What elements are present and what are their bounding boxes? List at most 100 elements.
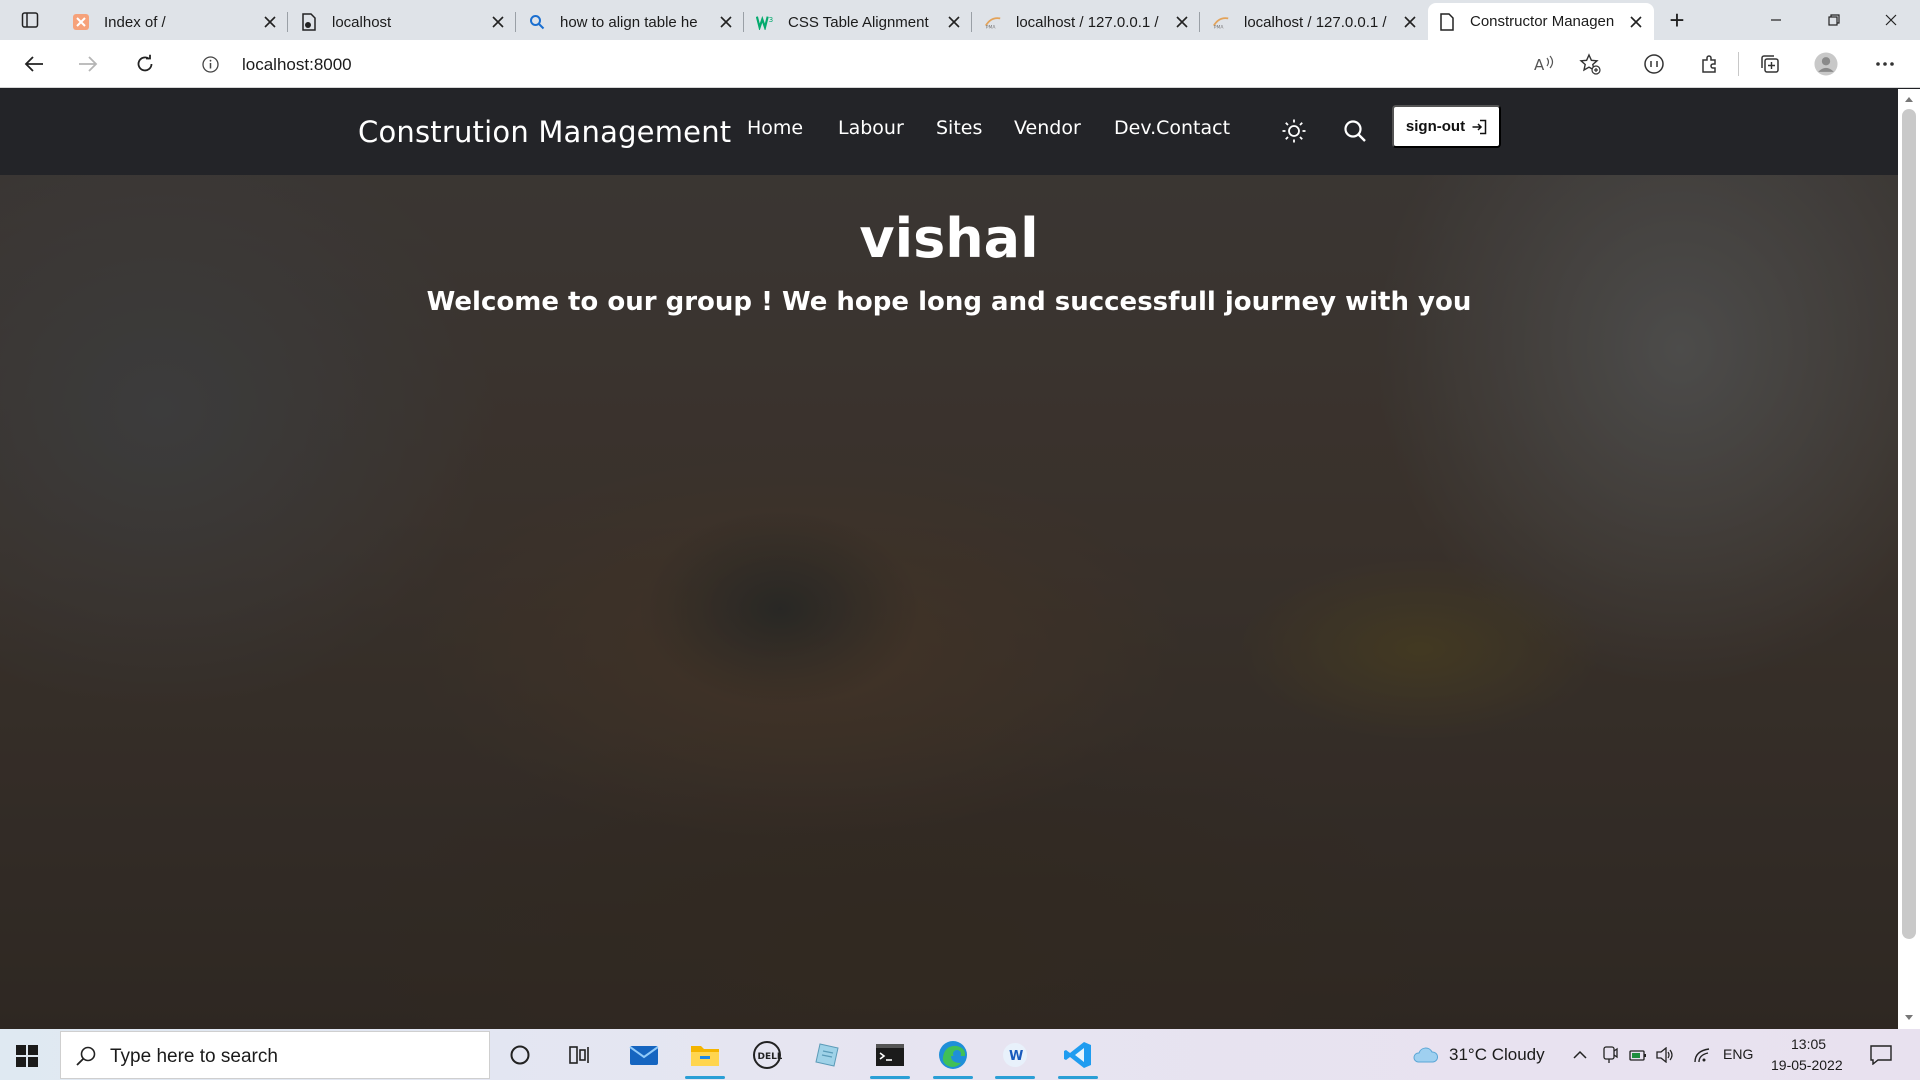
web-page: Constrution Management Home Labour Sites… (0, 89, 1898, 1029)
address-url[interactable]: localhost:8000 (242, 55, 352, 75)
refresh-icon (137, 54, 153, 72)
add-favorite-button[interactable] (1578, 52, 1602, 76)
avatar (1814, 52, 1838, 76)
file-explorer-icon[interactable] (681, 1035, 729, 1079)
close-tab-icon[interactable] (1402, 14, 1418, 30)
windows-taskbar: Type here to search DELL W 31°C Cloudy E… (0, 1029, 1920, 1080)
browser-tab-strip: Index of / localhost how to align table … (0, 0, 1920, 40)
settings-more-button[interactable] (1873, 52, 1897, 76)
meet-now-icon[interactable] (1601, 1046, 1619, 1064)
collections-button[interactable] (1758, 52, 1782, 76)
close-window-button[interactable] (1862, 0, 1920, 40)
scrollbar-thumb[interactable] (1902, 109, 1916, 939)
read-aloud-button[interactable]: A (1533, 52, 1557, 76)
mail-icon[interactable] (620, 1035, 668, 1075)
weather-cloud-icon[interactable] (1411, 1046, 1439, 1064)
nav-home[interactable]: Home (747, 117, 803, 139)
tab-actions-icon[interactable] (18, 8, 42, 32)
nav-sites[interactable]: Sites (936, 117, 982, 139)
restore-button[interactable] (1805, 0, 1863, 40)
tab-title: CSS Table Alignment (788, 13, 929, 31)
forward-button[interactable] (76, 52, 100, 76)
more-dots-icon (1876, 62, 1894, 66)
puzzle-icon (1702, 55, 1716, 73)
word-icon[interactable]: W (991, 1035, 1039, 1079)
close-icon (1885, 14, 1897, 26)
close-tab-icon[interactable] (718, 14, 734, 30)
theme-toggle-sun-icon[interactable] (1280, 117, 1308, 145)
browser-toolbar: localhost:8000 A (0, 40, 1920, 88)
edge-browser-icon[interactable] (929, 1035, 977, 1079)
task-view-icon[interactable] (555, 1035, 603, 1075)
terminal-icon[interactable] (866, 1035, 914, 1079)
page-icon (300, 13, 318, 31)
sign-out-icon (1472, 119, 1487, 134)
notification-icon[interactable] (1869, 1044, 1893, 1066)
xampp-icon (72, 13, 90, 31)
star-add-icon (1579, 53, 1601, 75)
taskbar-search-box[interactable]: Type here to search (60, 1031, 490, 1079)
scroll-down-icon[interactable] (1902, 1011, 1916, 1025)
minimize-button[interactable] (1747, 0, 1805, 40)
language-indicator[interactable]: ENG (1723, 1046, 1753, 1062)
tab-title: localhost / 127.0.0.1 / (1016, 13, 1159, 31)
browser-tab[interactable]: localhost (290, 4, 516, 40)
tracking-button[interactable] (1642, 52, 1666, 76)
search-icon (76, 1046, 96, 1066)
browser-tab[interactable]: 3 CSS Table Alignment (746, 4, 972, 40)
dell-icon[interactable]: DELL (743, 1035, 791, 1075)
tab-title: localhost / 127.0.0.1 / (1244, 13, 1387, 31)
speaker-icon[interactable] (1656, 1046, 1674, 1064)
tab-title: localhost (332, 13, 392, 31)
sign-out-label: sign-out (1405, 118, 1466, 135)
browser-tab-active[interactable]: Constructor Managen (1428, 3, 1654, 40)
phpmyadmin-icon: PMA (984, 13, 1002, 31)
chevron-up-icon[interactable] (1571, 1046, 1589, 1064)
close-tab-icon[interactable] (946, 14, 962, 30)
address-bar[interactable]: localhost:8000 (180, 46, 1615, 82)
hero-title: vishal (859, 207, 1039, 270)
info-icon[interactable] (202, 56, 219, 73)
browser-tab[interactable]: PMA localhost / 127.0.0.1 / (974, 4, 1200, 40)
notepad-app-icon[interactable] (804, 1035, 852, 1075)
nav-labour[interactable]: Labour (838, 117, 904, 139)
read-aloud-icon: A (1534, 55, 1554, 74)
browser-tab[interactable]: PMA localhost / 127.0.0.1 / (1202, 4, 1428, 40)
browser-tab[interactable]: how to align table he (518, 4, 744, 40)
nav-dev-contact[interactable]: Dev.Contact (1114, 117, 1230, 139)
battery-icon[interactable] (1629, 1046, 1647, 1064)
close-tab-icon[interactable] (262, 14, 278, 30)
clock-date[interactable]: 19-05-2022 (1771, 1057, 1843, 1073)
search-placeholder: Type here to search (110, 1046, 278, 1067)
scroll-up-icon[interactable] (1902, 92, 1916, 106)
weather-text[interactable]: 31°C Cloudy (1449, 1045, 1545, 1065)
svg-text:DELL: DELL (758, 1052, 783, 1062)
extension-circle-icon (1644, 54, 1664, 74)
site-brand[interactable]: Constrution Management (358, 115, 731, 149)
svg-text:PMA: PMA (1214, 24, 1225, 30)
close-tab-icon[interactable] (490, 14, 506, 30)
collections-icon (1761, 55, 1779, 73)
close-tab-icon[interactable] (1628, 14, 1644, 30)
svg-text:W: W (1009, 1049, 1023, 1064)
close-tab-icon[interactable] (1174, 14, 1190, 30)
search-icon[interactable] (1341, 117, 1369, 145)
profile-button[interactable] (1814, 52, 1838, 76)
vscode-icon[interactable] (1054, 1035, 1102, 1079)
wifi-icon[interactable] (1693, 1046, 1711, 1064)
page-scrollbar[interactable] (1898, 89, 1920, 1029)
cortana-icon[interactable] (496, 1035, 544, 1075)
back-button[interactable] (22, 52, 46, 76)
arrow-right-icon (79, 56, 98, 72)
refresh-button[interactable] (133, 52, 157, 76)
nav-vendor[interactable]: Vendor (1014, 117, 1081, 139)
browser-tab[interactable]: Index of / (62, 4, 288, 40)
site-navbar: Constrution Management Home Labour Sites… (0, 89, 1898, 175)
extensions-button[interactable] (1698, 52, 1722, 76)
new-tab-button[interactable]: + (1665, 7, 1689, 33)
search-icon (528, 13, 546, 31)
windows-start-icon[interactable] (16, 1045, 38, 1067)
clock-time[interactable]: 13:05 (1791, 1036, 1826, 1052)
hero-subtitle: Welcome to our group ! We hope long and … (426, 287, 1472, 317)
sign-out-button[interactable]: sign-out (1392, 105, 1501, 148)
